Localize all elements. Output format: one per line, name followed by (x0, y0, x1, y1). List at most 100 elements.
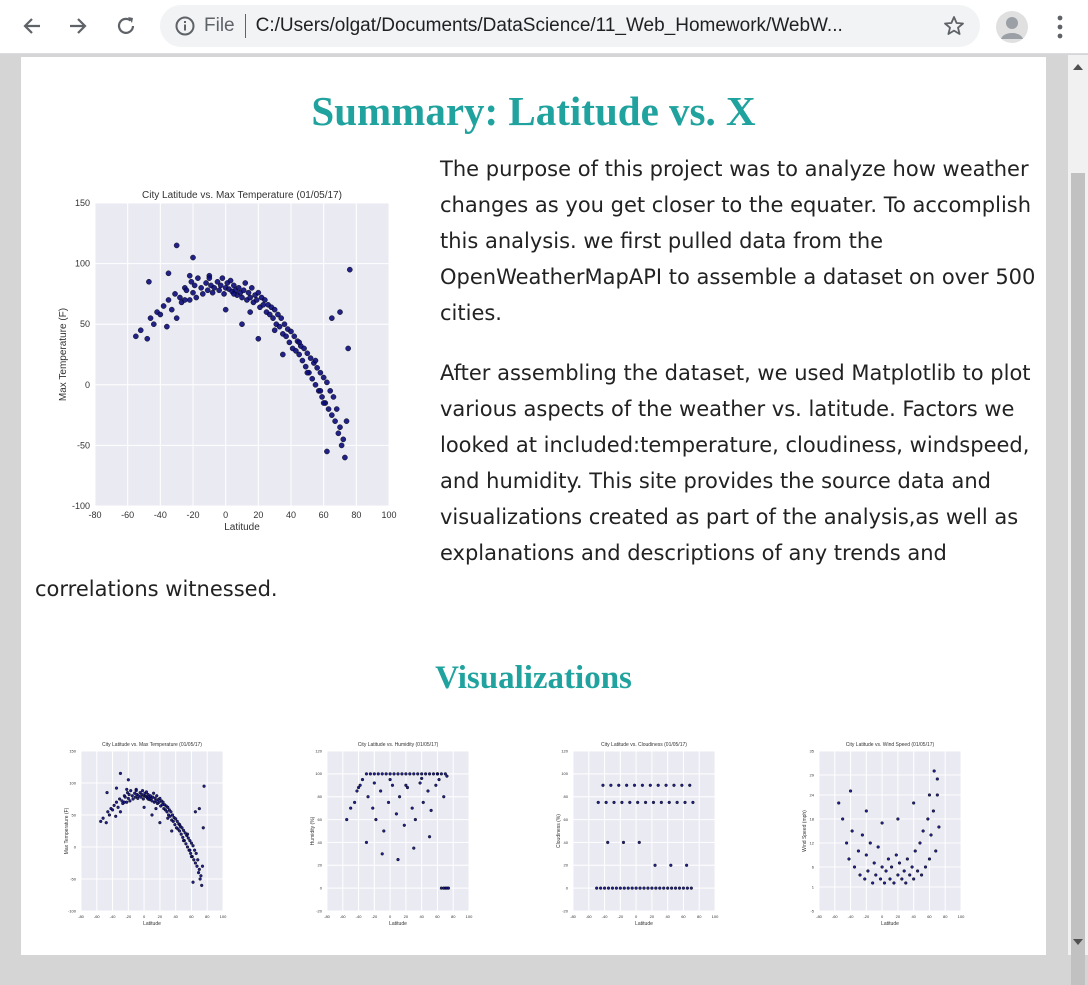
data-point (191, 844, 195, 848)
data-point (155, 794, 159, 798)
profile-avatar[interactable] (996, 11, 1028, 43)
data-point (200, 864, 205, 868)
vertical-scrollbar[interactable] (1068, 55, 1088, 985)
back-button[interactable] (14, 8, 50, 44)
x-tick-label: -20 (617, 914, 624, 919)
x-tick-label: 100 (958, 914, 965, 919)
data-point (188, 848, 192, 852)
data-point (186, 836, 190, 840)
data-point (296, 339, 302, 346)
data-point (104, 821, 108, 825)
data-point (610, 886, 615, 890)
data-point (380, 772, 384, 776)
data-point (437, 777, 441, 782)
y-tick-label: 0 (566, 885, 569, 890)
data-point (345, 817, 349, 822)
data-point (114, 800, 119, 804)
data-point (878, 877, 883, 881)
data-point (388, 772, 392, 776)
data-point (173, 315, 180, 321)
data-point (280, 351, 286, 358)
data-point (144, 790, 149, 794)
thumbnail-cloudiness[interactable]: -80 -60 -40 -20 0 20 40 60 80 100 -20 0 20 40 60 80 100 1… (543, 739, 723, 929)
data-point (685, 863, 689, 867)
data-point (617, 783, 621, 787)
data-point (429, 808, 433, 813)
scroll-up-icon[interactable] (1072, 62, 1084, 72)
data-point (191, 880, 195, 884)
data-point (161, 800, 165, 804)
data-point (190, 254, 196, 261)
summary-title: Summary: Latitude vs. X (311, 88, 756, 134)
data-point (918, 841, 922, 845)
y-tick-label: 60 (318, 817, 323, 822)
bookmark-star-icon[interactable] (942, 14, 966, 38)
address-bar[interactable]: File C:/Users/olgat/Documents/DataScienc… (160, 5, 980, 47)
data-point (173, 242, 180, 249)
thumb-cloudiness-chart: -80 -60 -40 -20 0 20 40 60 80 100 -20 0 20 40 60 80 100 1… (556, 742, 719, 927)
data-point (420, 772, 424, 776)
thumbnail-max-temp[interactable]: -80 -60 -40 -20 0 20 40 60 80 100 -100 -50 0 50 100 150… (51, 739, 231, 929)
data-point (150, 813, 154, 817)
data-point (222, 306, 229, 313)
data-point (431, 772, 436, 776)
data-point (193, 848, 197, 852)
scroll-thumb[interactable] (1071, 173, 1085, 985)
data-point (181, 835, 185, 839)
data-point (435, 772, 440, 776)
x-tick-label: 0 (635, 914, 638, 919)
y-tick-label: 6 (812, 864, 815, 869)
data-point (114, 786, 119, 790)
x-tick-label: 20 (253, 510, 263, 520)
chart-title: City Latitude vs. Wind Speed (01/05/17) (846, 742, 935, 748)
reload-button[interactable] (108, 8, 144, 44)
data-point (317, 369, 324, 376)
y-tick-label: 120 (315, 748, 322, 753)
thumb-wind-speed-chart: -80 -60 -40 -20 0 20 40 60 80 100 -5 1 6 12 18 24 29 35 Ci… (802, 742, 965, 927)
info-icon[interactable] (174, 15, 196, 37)
x-tick-label: 60 (189, 914, 194, 919)
data-point (147, 315, 154, 321)
data-point (396, 857, 400, 862)
data-point (193, 294, 200, 301)
thumbnail-humidity[interactable]: -80 -60 -40 -20 0 20 40 60 80 100 -20 0 20 40 60 80 100 1… (297, 739, 477, 929)
forward-button[interactable] (60, 8, 96, 44)
more-menu-icon[interactable] (1048, 12, 1072, 42)
data-point (439, 772, 443, 776)
thumbnail-wind-speed[interactable]: -80 -60 -40 -20 0 20 40 60 80 100 -5 1 6 12 18 24 29 35 Ci… (789, 739, 969, 929)
data-point (140, 789, 145, 793)
data-point (158, 796, 162, 800)
data-point (160, 303, 167, 309)
x-tick-label: 80 (451, 914, 456, 919)
data-point (596, 800, 600, 805)
data-point (112, 803, 116, 807)
data-point (235, 285, 242, 291)
data-point (189, 851, 193, 855)
data-point (216, 287, 222, 294)
scroll-down-icon[interactable] (1072, 937, 1084, 947)
data-point (146, 797, 150, 801)
data-point (131, 797, 135, 801)
data-point (186, 272, 193, 279)
data-point (913, 849, 917, 853)
x-tick-label: 80 (697, 914, 702, 919)
data-point (179, 832, 183, 836)
url-text[interactable]: C:/Users/olgat/Documents/DataScience/11_… (256, 15, 906, 37)
data-point (935, 793, 939, 797)
data-point (604, 800, 608, 805)
data-point (301, 345, 307, 352)
chart-title: City Latitude vs. Max Temperature (01/05… (102, 742, 202, 748)
data-point (239, 321, 245, 327)
data-point (345, 345, 351, 352)
data-point (614, 886, 618, 890)
data-point (196, 858, 200, 862)
data-point (141, 797, 145, 801)
data-point (680, 783, 684, 787)
hero-chart: -80 -60 -40 -20 0 20 40 60 80 100 -100 -50 0 50 100 150… (35, 151, 440, 536)
data-point (658, 886, 662, 890)
data-point (286, 339, 293, 346)
data-point (170, 829, 174, 833)
data-point (677, 886, 682, 890)
data-point (919, 873, 924, 877)
data-point (445, 774, 449, 778)
